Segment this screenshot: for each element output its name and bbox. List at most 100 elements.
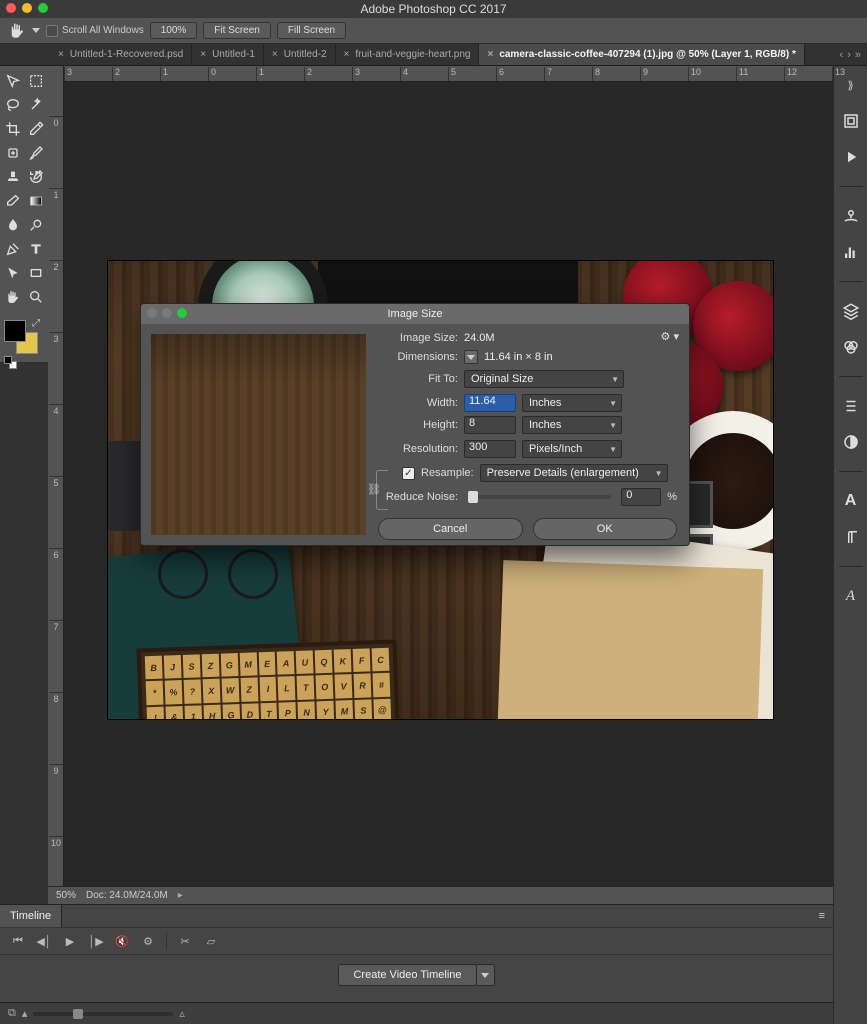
tab-overflow-menu-icon[interactable]: » <box>855 49 861 61</box>
character-panel-icon[interactable]: A <box>840 490 862 512</box>
move-tool-icon[interactable] <box>2 70 23 92</box>
document-tab[interactable]: ×Untitled-1-Recovered.psd <box>50 44 192 65</box>
crop-tool-icon[interactable] <box>2 118 23 140</box>
zoom-in-icon[interactable]: ▵ <box>179 1007 185 1020</box>
fit-screen-button[interactable]: Fit Screen <box>203 22 271 39</box>
panel-menu-icon[interactable]: ≡ <box>811 910 833 922</box>
close-tab-icon[interactable]: × <box>487 49 493 60</box>
dodge-tool-icon[interactable] <box>25 214 46 236</box>
prev-frame-icon[interactable]: ◀│ <box>36 935 52 948</box>
tab-nav-right-icon[interactable]: › <box>847 49 851 61</box>
paragraph-panel-icon[interactable] <box>840 526 862 548</box>
timeline-toggle-icon[interactable]: ⧉ <box>8 1007 16 1020</box>
create-video-timeline-button[interactable]: Create Video Timeline <box>338 964 476 986</box>
document-tab[interactable]: ×Untitled-2 <box>264 44 336 65</box>
dimensions-unit-dropdown[interactable] <box>464 350 478 364</box>
document-tab[interactable]: ×Untitled-1 <box>192 44 264 65</box>
hand-tool-icon[interactable] <box>2 286 23 308</box>
zoom-100-button[interactable]: 100% <box>150 22 198 39</box>
channels-panel-icon[interactable] <box>840 336 862 358</box>
split-clip-icon[interactable]: ✂ <box>177 935 193 948</box>
tab-nav-left-icon[interactable]: ‹ <box>840 49 844 61</box>
tool-preset-dropdown-icon[interactable] <box>32 28 40 33</box>
resolution-unit-select[interactable]: Pixels/Inch▼ <box>522 440 622 458</box>
eraser-tool-icon[interactable] <box>2 190 23 212</box>
close-tab-icon[interactable]: × <box>344 49 350 60</box>
ok-button[interactable]: OK <box>533 518 678 540</box>
resample-label: Resample: <box>421 467 474 479</box>
create-timeline-dropdown-icon[interactable] <box>477 964 495 986</box>
maximize-window-icon[interactable] <box>38 3 48 13</box>
foreground-color-swatch[interactable] <box>4 320 26 342</box>
healing-brush-tool-icon[interactable] <box>2 142 23 164</box>
dialog-preview[interactable] <box>151 334 366 535</box>
document-tabs: ×Untitled-1-Recovered.psd ×Untitled-1 ×U… <box>0 44 867 66</box>
path-selection-tool-icon[interactable] <box>2 262 23 284</box>
play-icon[interactable]: ▶ <box>62 935 78 948</box>
close-tab-icon[interactable]: × <box>200 49 206 60</box>
type-tool-icon[interactable] <box>25 238 46 260</box>
brush-tool-icon[interactable] <box>25 142 46 164</box>
dialog-titlebar[interactable]: Image Size <box>141 304 689 324</box>
clone-stamp-tool-icon[interactable] <box>2 166 23 188</box>
horizontal-ruler[interactable]: 32101234567891011121314 <box>64 66 833 82</box>
resample-method-select[interactable]: Preserve Details (enlargement)▼ <box>480 464 668 482</box>
eyedropper-tool-icon[interactable] <box>25 118 46 140</box>
dialog-settings-icon[interactable]: ⚙ ▾ <box>661 330 679 343</box>
width-unit-select[interactable]: Inches▼ <box>522 394 622 412</box>
timeline-controls: ⏮ ◀│ ▶ │▶ 🔇 ⚙ ✂ ▱ <box>0 927 833 955</box>
timeline-tab[interactable]: Timeline <box>0 905 62 927</box>
lasso-tool-icon[interactable] <box>2 94 23 116</box>
blur-tool-icon[interactable] <box>2 214 23 236</box>
timeline-zoom-slider[interactable] <box>33 1012 173 1016</box>
gradient-tool-icon[interactable] <box>25 190 46 212</box>
brush-settings-panel-icon[interactable] <box>840 205 862 227</box>
constrain-proportions-icon[interactable] <box>376 470 388 510</box>
height-unit-select[interactable]: Inches▼ <box>522 416 622 434</box>
document-tab[interactable]: ×fruit-and-veggie-heart.png <box>336 44 480 65</box>
default-colors-icon[interactable] <box>4 356 18 370</box>
histogram-panel-icon[interactable] <box>840 241 862 263</box>
adjustments-panel-icon[interactable] <box>840 431 862 453</box>
transition-icon[interactable]: ▱ <box>203 935 219 948</box>
color-swatches[interactable]: ⤢ <box>2 318 42 358</box>
close-window-icon[interactable] <box>6 3 16 13</box>
height-input[interactable]: 8 <box>464 416 516 434</box>
zoom-out-icon[interactable]: ▴ <box>22 1007 28 1020</box>
width-input[interactable]: 11.64 <box>464 394 516 412</box>
rectangle-tool-icon[interactable] <box>25 262 46 284</box>
layers-panel-icon[interactable] <box>840 300 862 322</box>
resolution-input[interactable]: 300 <box>464 440 516 458</box>
reduce-noise-slider[interactable] <box>468 495 611 499</box>
glyphs-panel-icon[interactable]: A <box>840 585 862 607</box>
magic-wand-tool-icon[interactable] <box>25 94 46 116</box>
timeline-settings-icon[interactable]: ⚙ <box>140 935 156 948</box>
close-tab-icon[interactable]: × <box>272 49 278 60</box>
dialog-zoom-icon[interactable] <box>177 308 187 318</box>
status-menu-icon[interactable]: ▸ <box>178 890 183 901</box>
properties-panel-icon[interactable] <box>840 395 862 417</box>
actions-panel-icon[interactable] <box>840 146 862 168</box>
zoom-level[interactable]: 50% <box>56 890 76 901</box>
hand-tool-icon[interactable] <box>8 22 26 40</box>
resample-checkbox[interactable]: ✓ <box>402 467 415 480</box>
cancel-button[interactable]: Cancel <box>378 518 523 540</box>
close-tab-icon[interactable]: × <box>58 49 64 60</box>
fit-to-select[interactable]: Original Size▼ <box>464 370 624 388</box>
minimize-window-icon[interactable] <box>22 3 32 13</box>
marquee-tool-icon[interactable] <box>25 70 46 92</box>
pen-tool-icon[interactable] <box>2 238 23 260</box>
vertical-ruler[interactable]: 012345678910 <box>48 66 64 904</box>
mute-icon[interactable]: 🔇 <box>114 935 130 948</box>
dialog-close-icon[interactable] <box>147 308 157 318</box>
history-panel-icon[interactable] <box>840 110 862 132</box>
document-tab-active[interactable]: ×camera-classic-coffee-407294 (1).jpg @ … <box>479 44 804 65</box>
go-to-first-frame-icon[interactable]: ⏮ <box>10 935 26 948</box>
swap-colors-icon[interactable]: ⤢ <box>32 318 40 329</box>
reduce-noise-input[interactable]: 0 <box>621 488 661 506</box>
fill-screen-button[interactable]: Fill Screen <box>277 22 346 39</box>
zoom-tool-icon[interactable] <box>25 286 46 308</box>
history-brush-tool-icon[interactable] <box>25 166 46 188</box>
next-frame-icon[interactable]: │▶ <box>88 935 104 948</box>
scroll-all-windows-checkbox[interactable]: Scroll All Windows <box>46 25 144 37</box>
